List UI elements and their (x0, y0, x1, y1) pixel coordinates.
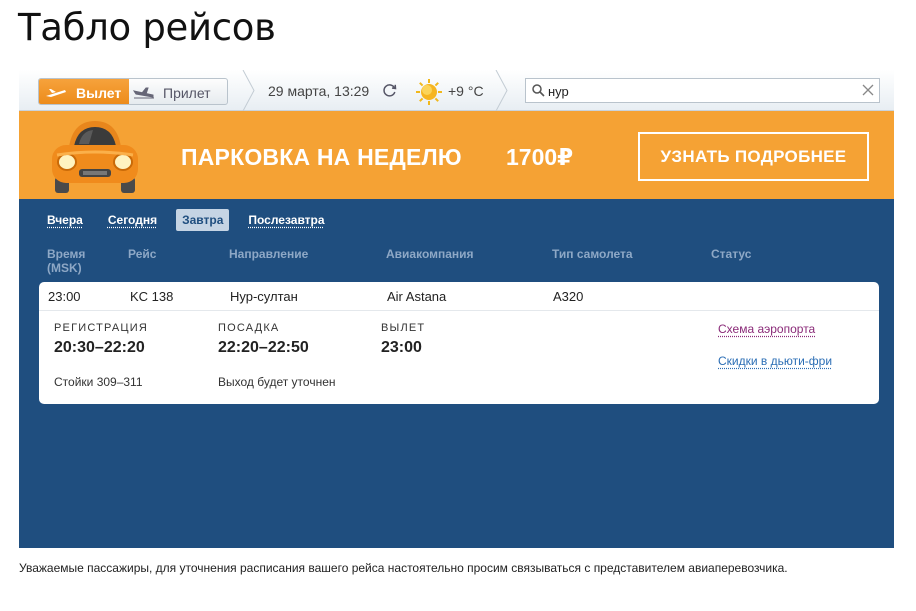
departures-button[interactable]: Вылет (39, 79, 129, 104)
refresh-icon[interactable] (381, 82, 398, 99)
flight-search (525, 78, 880, 103)
board-toolbar: Вылет Прилет 29 марта, 13:29 +9 °C нур (19, 70, 894, 111)
direction-toggle: Вылет Прилет (38, 78, 228, 105)
checkin-counters: Стойки 309–311 (54, 375, 143, 389)
tab-day-after-tomorrow[interactable]: Послезавтра (242, 209, 330, 231)
column-airline: Авиакомпания (386, 247, 474, 261)
departure-label: ВЫЛЕТ (381, 322, 426, 334)
car-icon (52, 121, 138, 193)
schedule-notice: Уважаемые пассажиры, для уточнения распи… (19, 561, 788, 575)
plane-departure-icon (46, 88, 66, 97)
arrivals-label: Прилет (163, 84, 211, 101)
banner-title: ПАРКОВКА НА НЕДЕЛЮ (181, 144, 462, 170)
table-row[interactable]: 23:00 KC 138 Нур-султан Air Astana A320 (39, 282, 879, 311)
flight-board: Вылет Прилет 29 марта, 13:29 +9 °C нур П… (19, 70, 894, 548)
departures-label: Вылет (76, 84, 122, 101)
duty-free-link[interactable]: Скидки в дьюти-фри (718, 354, 832, 368)
sun-icon (416, 79, 442, 105)
column-time-zone: (MSK) (47, 261, 82, 275)
column-direction: Направление (229, 247, 309, 261)
registration-label: РЕГИСТРАЦИЯ (54, 322, 148, 334)
day-tabs: Вчера Сегодня Завтра Послезавтра (41, 209, 344, 231)
search-input[interactable] (548, 82, 848, 100)
boarding-label: ПОСАДКА (218, 322, 280, 334)
column-status: Статус (711, 247, 752, 261)
separator-chevron-icon (495, 70, 508, 111)
page-title: Табло рейсов (18, 6, 276, 49)
tab-tomorrow[interactable]: Завтра (176, 209, 230, 231)
plane-arrival-icon (133, 87, 154, 98)
flight-aircraft: A320 (553, 289, 584, 304)
temperature: +9 °C (448, 83, 484, 99)
arrivals-button[interactable]: Прилет (131, 79, 227, 104)
separator-chevron-icon (242, 70, 255, 111)
close-icon[interactable] (862, 84, 874, 96)
tab-yesterday[interactable]: Вчера (41, 209, 89, 231)
flight-number: KC 138 (130, 289, 174, 304)
flight-card[interactable]: 23:00 KC 138 Нур-султан Air Astana A320 … (39, 282, 879, 404)
current-datetime: 29 марта, 13:29 (268, 83, 370, 99)
registration-time: 20:30–22:20 (54, 339, 145, 356)
flight-direction: Нур-султан (230, 289, 298, 304)
column-flight: Рейс (128, 247, 157, 261)
flight-time: 23:00 (48, 289, 81, 304)
table-header: Время (MSK) Рейс Направление Авиакомпани… (19, 247, 894, 277)
tab-today[interactable]: Сегодня (102, 209, 163, 231)
banner-price: 1700₽ (506, 144, 574, 170)
boarding-time: 22:20–22:50 (218, 339, 309, 356)
parking-banner[interactable]: ПАРКОВКА НА НЕДЕЛЮ 1700₽ УЗНАТЬ ПОДРОБНЕ… (19, 111, 894, 199)
airport-map-link[interactable]: Схема аэропорта (718, 322, 815, 336)
column-aircraft: Тип самолета (552, 247, 633, 261)
learn-more-button[interactable]: УЗНАТЬ ПОДРОБНЕЕ (638, 132, 869, 181)
search-icon (532, 84, 545, 97)
departure-time: 23:00 (381, 339, 422, 356)
column-time: Время (47, 247, 86, 261)
gate-info: Выход будет уточнен (218, 375, 336, 389)
flight-airline: Air Astana (387, 289, 447, 304)
